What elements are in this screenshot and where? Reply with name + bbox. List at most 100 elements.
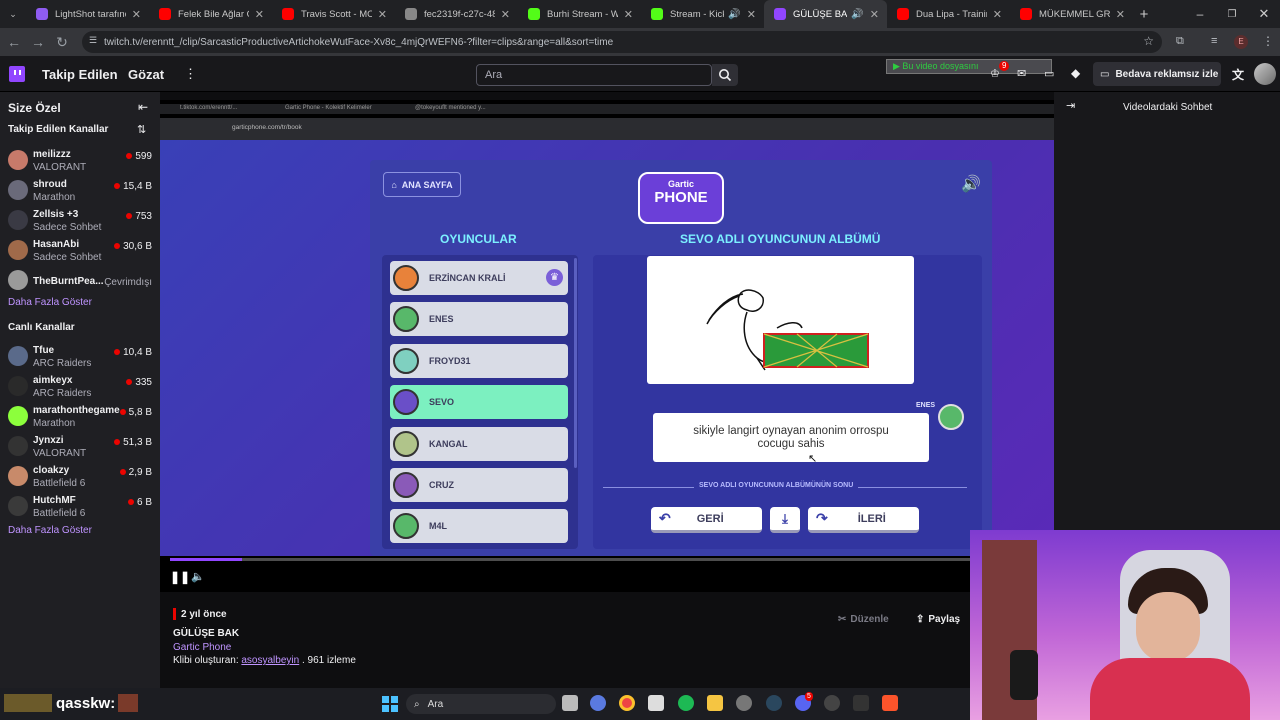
player-row[interactable]: ENES: [390, 302, 568, 337]
tab-close-icon[interactable]: ✕: [255, 8, 264, 21]
sort-icon[interactable]: ⇅: [137, 123, 146, 136]
show-more-followed[interactable]: Daha Fazla Göster: [8, 297, 92, 308]
tab-close-icon[interactable]: ✕: [624, 8, 633, 21]
edit-button[interactable]: ✂ Düzenle: [834, 609, 902, 629]
back-button[interactable]: ↶ GERİ: [651, 507, 762, 533]
back-arrow-icon[interactable]: ←: [2, 34, 26, 50]
obs-icon[interactable]: [824, 695, 840, 711]
terminal-icon[interactable]: [853, 695, 869, 711]
player-row[interactable]: CRUZ: [390, 468, 568, 502]
address-bar[interactable]: ☰ twitch.tv/erenntt_/clip/SarcasticProdu…: [82, 31, 1162, 53]
profile-avatar[interactable]: E: [1234, 35, 1248, 49]
progress-track[interactable]: [170, 558, 970, 561]
creator-link[interactable]: asosyalbeyin: [241, 655, 299, 666]
browser-tab[interactable]: Travis Scott - MO CIT ✕: [272, 0, 395, 28]
share-button[interactable]: ⇪ Paylaş: [910, 609, 970, 629]
next-button[interactable]: ↷ İLERİ: [808, 507, 919, 533]
user-avatar[interactable]: [1254, 63, 1276, 85]
maximize-button[interactable]: ❐: [1216, 9, 1248, 20]
translate-icon[interactable]: 文: [1232, 66, 1244, 83]
browser-tab[interactable]: fec2319f-c27c-4801- ✕: [395, 0, 518, 28]
notepad-icon[interactable]: [648, 695, 664, 711]
file-explorer-icon[interactable]: [562, 695, 578, 711]
nav-browse[interactable]: Gözat: [128, 67, 164, 82]
extensions-icon[interactable]: ⧉: [1176, 35, 1184, 48]
browser-tab[interactable]: MÜKEMMEL GRAFİK ✕: [1010, 0, 1133, 28]
sidebar-channel[interactable]: HutchMF Battlefield 6 6 B: [0, 492, 160, 522]
folder-icon[interactable]: [707, 695, 723, 711]
chrome-icon[interactable]: [619, 695, 635, 711]
tab-close-icon[interactable]: ✕: [747, 8, 756, 21]
copilot-icon[interactable]: [590, 695, 606, 711]
minimize-button[interactable]: –: [1184, 7, 1216, 21]
site-info-icon[interactable]: ☰: [89, 35, 97, 46]
tab-close-icon[interactable]: ✕: [993, 8, 1002, 21]
nav-following[interactable]: Takip Edilen: [42, 67, 118, 82]
channel-viewers: 6 B: [127, 497, 152, 508]
search-input[interactable]: Ara: [476, 64, 712, 86]
nav-more-icon[interactable]: ⋮: [184, 66, 197, 82]
player-row[interactable]: FROYD31: [390, 343, 568, 378]
brave-icon[interactable]: [882, 695, 898, 711]
bits-icon[interactable]: ◆: [1071, 66, 1080, 80]
browser-tab[interactable]: Felek Bile Ağlar Oldu ✕: [149, 0, 272, 28]
pause-icon[interactable]: ❚❚: [170, 570, 190, 584]
players-scrollbar[interactable]: [574, 258, 577, 468]
volume-control-icon[interactable]: 🔈: [191, 570, 205, 583]
tab-close-icon[interactable]: ✕: [132, 8, 141, 21]
browser-tab[interactable]: Dua Lipa - Training S ✕: [887, 0, 1010, 28]
tab-close-icon[interactable]: ✕: [378, 8, 387, 21]
close-window-button[interactable]: ✕: [1248, 6, 1280, 22]
search-button[interactable]: [712, 64, 738, 86]
browser-menu-icon[interactable]: ⋮: [1262, 34, 1274, 48]
player-row[interactable]: SEVO: [390, 385, 568, 420]
inbox-icon[interactable]: ✉: [1017, 67, 1026, 80]
tab-audio-icon[interactable]: 🔊: [728, 9, 740, 20]
windows-start-icon[interactable]: [382, 696, 398, 712]
reload-icon[interactable]: ↻: [50, 34, 74, 51]
sidebar-channel[interactable]: cloakzy Battlefield 6 2,9 B: [0, 462, 160, 492]
sidebar-channel[interactable]: Tfue ARC Raiders 10,4 B: [0, 342, 160, 372]
tab-audio-icon[interactable]: 🔊: [851, 9, 863, 20]
browser-tab[interactable]: Stream - Kick Da 🔊 ✕: [641, 0, 764, 28]
channel-name: Zellsis +3: [33, 209, 79, 220]
prime-crown-icon[interactable]: ♔: [990, 67, 1000, 80]
sidebar-channel[interactable]: aimkeyx ARC Raiders 335: [0, 372, 160, 402]
ad-free-button[interactable]: ▭ Bedava reklamsız izle: [1093, 62, 1221, 86]
sidebar-channel[interactable]: Jynxzi VALORANT 51,3 B: [0, 432, 160, 462]
download-button[interactable]: ⤓: [770, 507, 800, 533]
forward-arrow-icon[interactable]: →: [26, 34, 50, 50]
bookmark-star-icon[interactable]: ☆: [1143, 34, 1154, 48]
live-dot-icon: [114, 183, 121, 189]
expand-chat-icon[interactable]: ⇥: [1066, 99, 1075, 112]
player-row[interactable]: ERZİNCAN KRALİ ♛: [390, 261, 568, 295]
steam-icon[interactable]: [766, 695, 782, 711]
sidebar-channel[interactable]: Zellsis +3 Sadece Sohbet 753: [0, 206, 160, 236]
taskbar-search[interactable]: ⌕ Ara: [406, 694, 556, 714]
tab-close-icon[interactable]: ✕: [1116, 8, 1125, 21]
volume-icon[interactable]: 🔊: [961, 174, 981, 194]
spotify-icon[interactable]: [678, 695, 694, 711]
tab-close-icon[interactable]: ✕: [870, 8, 879, 21]
sidebar-channel[interactable]: marathonthegame Marathon 5,8 B: [0, 402, 160, 432]
collapse-sidebar-icon[interactable]: ⇤: [138, 100, 148, 114]
show-more-live[interactable]: Daha Fazla Göster: [8, 525, 92, 536]
player-row[interactable]: KANGAL: [390, 426, 568, 461]
whispers-icon[interactable]: ▭: [1044, 67, 1054, 80]
sidebar-channel[interactable]: shroud Marathon 15,4 B: [0, 176, 160, 206]
tab-search-button[interactable]: ⌄: [0, 0, 26, 28]
browser-tab[interactable]: GÜLÜŞE BAK - Tw🔊 ✕: [764, 0, 887, 28]
new-tab-button[interactable]: +: [1133, 6, 1155, 23]
clip-category[interactable]: Gartic Phone: [173, 642, 231, 653]
settings-gear-icon[interactable]: [736, 695, 752, 711]
home-button[interactable]: ⌂ ANA SAYFA: [383, 172, 461, 197]
tab-close-icon[interactable]: ✕: [501, 8, 510, 21]
media-controls-icon[interactable]: ≡: [1211, 35, 1217, 47]
browser-tab[interactable]: LightShot tarafından ✕: [26, 0, 149, 28]
sidebar-channel[interactable]: meilizzz VALORANT 599: [0, 146, 160, 176]
sidebar-channel[interactable]: TheBurntPea... Çevrimdışı: [0, 266, 160, 296]
twitch-logo-icon[interactable]: [9, 66, 25, 82]
browser-tab[interactable]: Burhi Stream - Watch ✕: [518, 0, 641, 28]
player-row[interactable]: M4L: [390, 509, 568, 544]
sidebar-channel[interactable]: HasanAbi Sadece Sohbet 30,6 B: [0, 236, 160, 266]
